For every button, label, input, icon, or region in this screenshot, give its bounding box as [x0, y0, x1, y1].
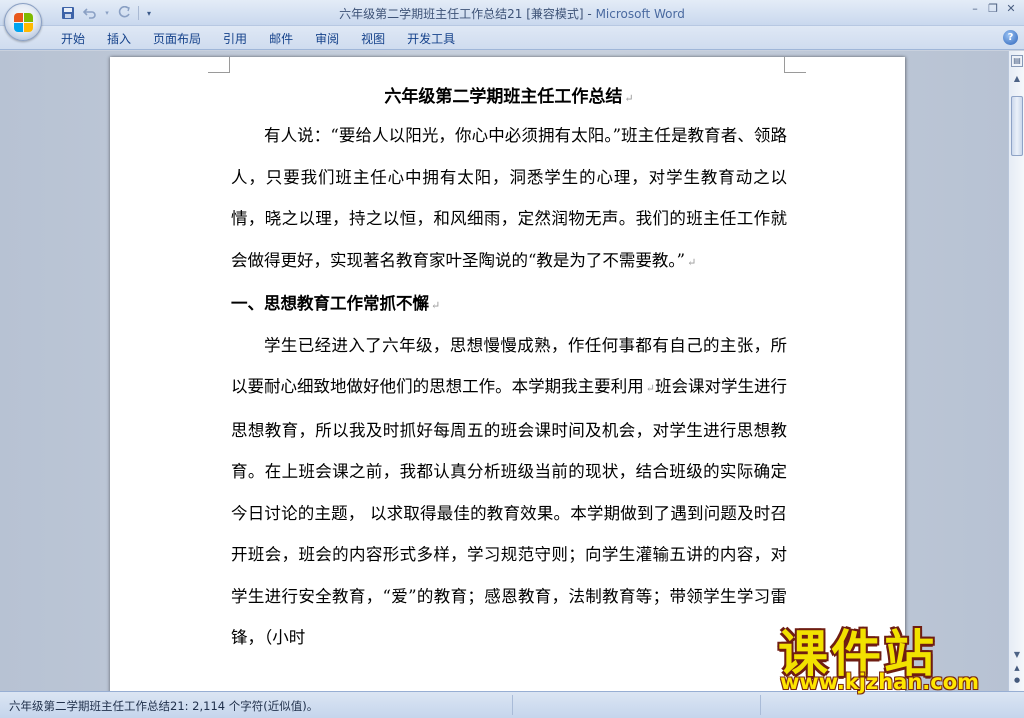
- close-button[interactable]: ✕: [1004, 2, 1018, 16]
- paragraph-text: 有人说：“要给人以阳光，你心中必须拥有太阳。”班主任是教育者、领路人，只要我们班…: [231, 126, 787, 270]
- document-body[interactable]: 六年级第二学期班主任工作总结 ↵ 有人说：“要给人以阳光，你心中必须拥有太阳。”班…: [231, 79, 787, 659]
- ribbon-tabs: 开始 插入 页面布局 引用 邮件 审阅 视图 开发工具: [50, 30, 466, 48]
- app-name-label: Microsoft Word: [595, 7, 685, 21]
- tab-mailings[interactable]: 邮件: [258, 30, 304, 48]
- vertical-scrollbar[interactable]: ▤ ▲ ▼ ▲ ●: [1008, 51, 1024, 691]
- paragraph-mark: ↵: [687, 255, 697, 269]
- paragraph-mark: ↵: [431, 299, 441, 312]
- word-count-status[interactable]: 六年级第二学期班主任工作总结21: 2,114 个字符(近似值)。: [9, 698, 318, 714]
- document-title-label: 六年级第二学期班主任工作总结21 [兼容模式]: [339, 7, 584, 21]
- scroll-up-arrow-icon[interactable]: ▲: [1011, 73, 1023, 85]
- minimize-button[interactable]: –: [968, 2, 982, 16]
- title-separator: -: [583, 7, 596, 21]
- tab-page-layout[interactable]: 页面布局: [142, 30, 212, 48]
- tab-home[interactable]: 开始: [50, 30, 96, 48]
- ribbon-tab-row: 开始 插入 页面布局 引用 邮件 审阅 视图 开发工具 ?: [0, 26, 1024, 50]
- tab-view[interactable]: 视图: [350, 30, 396, 48]
- paragraph: 有人说：“要给人以阳光，你心中必须拥有太阳。”班主任是教育者、领路人，只要我们班…: [231, 115, 787, 283]
- paragraph-text: 班会课对学生进行思想教育，所以我及时抓好每周五的班会课时间及机会，对学生进行思想…: [231, 377, 788, 647]
- scroll-thumb[interactable]: [1011, 96, 1023, 156]
- section-heading-text: 一、思想教育工作常抓不懈: [231, 294, 429, 313]
- view-ruler-icon[interactable]: ▤: [1011, 55, 1023, 67]
- status-bar: 六年级第二学期班主任工作总结21: 2,114 个字符(近似值)。: [0, 691, 1024, 718]
- scroll-down-arrow-icon[interactable]: ▼: [1011, 649, 1023, 661]
- restore-button[interactable]: ❐: [986, 2, 1000, 16]
- crop-mark-top-left: [208, 57, 230, 73]
- window-title: 六年级第二学期班主任工作总结21 [兼容模式] - Microsoft Word: [0, 5, 1024, 22]
- section-heading: 一、思想教育工作常抓不懈 ↵: [231, 283, 787, 325]
- document-heading: 六年级第二学期班主任工作总结 ↵: [231, 79, 787, 115]
- paragraph-mark: ↵: [645, 382, 655, 395]
- document-workspace: 六年级第二学期班主任工作总结 ↵ 有人说：“要给人以阳光，你心中必须拥有太阳。”班…: [0, 51, 1008, 691]
- select-browse-object-icon[interactable]: ●: [1012, 675, 1022, 685]
- tab-insert[interactable]: 插入: [96, 30, 142, 48]
- crop-mark-top-right: [784, 57, 806, 73]
- office-button[interactable]: [4, 3, 42, 41]
- paragraph: 学生已经进入了六年级，思想慢慢成熟，作任何事都有自己的主张，所以要耐心细致地做好…: [231, 325, 787, 659]
- tab-developer[interactable]: 开发工具: [396, 30, 466, 48]
- office-logo-icon: [14, 13, 34, 33]
- status-divider: [512, 695, 513, 715]
- paragraph-mark: ↵: [624, 92, 634, 105]
- title-bar: ▾ ▾ 六年级第二学期班主任工作总结21 [兼容模式] - Microsoft …: [0, 0, 1024, 41]
- help-icon[interactable]: ?: [1003, 30, 1018, 45]
- window-controls: – ❐ ✕: [968, 2, 1018, 16]
- tab-references[interactable]: 引用: [212, 30, 258, 48]
- watermark-url: www.kjzhan.com: [780, 670, 980, 694]
- status-divider: [760, 695, 761, 715]
- previous-page-icon[interactable]: ▲: [1012, 663, 1022, 673]
- tab-review[interactable]: 审阅: [304, 30, 350, 48]
- kjzhan-watermark-logo: 课件站 www.kjzhan.com: [772, 614, 1004, 694]
- document-page[interactable]: 六年级第二学期班主任工作总结 ↵ 有人说：“要给人以阳光，你心中必须拥有太阳。”班…: [110, 57, 905, 691]
- document-heading-text: 六年级第二学期班主任工作总结: [384, 87, 623, 107]
